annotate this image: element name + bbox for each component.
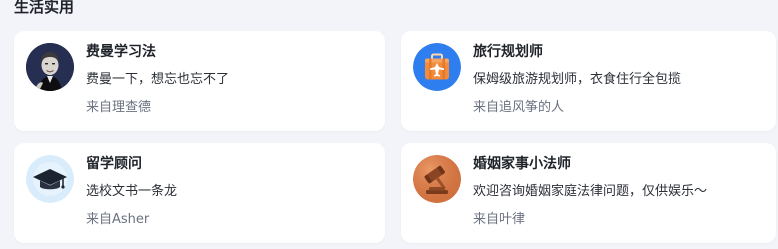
- assistant-card-family-law[interactable]: 婚姻家事小法师 欢迎咨询婚姻家庭法律问题，仅供娱乐～ 来自叶律: [401, 143, 776, 243]
- section-title: 生活实用: [14, 0, 75, 16]
- author-name: Asher: [112, 212, 150, 227]
- card-description: 费曼一下，想忘也忘不了: [86, 72, 230, 87]
- card-title: 婚姻家事小法师: [473, 156, 571, 172]
- card-description: 欢迎咨询婚姻家庭法律问题，仅供娱乐～: [473, 184, 708, 199]
- card-title: 留学顾问: [86, 156, 142, 172]
- author-prefix: 来自: [86, 212, 113, 227]
- card-title: 费曼学习法: [86, 44, 156, 60]
- card-description: 保姆级旅游规划师，衣食住行全包揽: [473, 72, 682, 87]
- suitcase-plane-icon: [413, 43, 461, 91]
- card-author: 来自理查德: [86, 99, 151, 117]
- author-prefix: 来自: [473, 212, 500, 227]
- card-title: 旅行规划师: [473, 44, 543, 60]
- graduation-cap-icon: [26, 155, 74, 203]
- author-name: 追风筝的人: [499, 100, 565, 115]
- card-author: 来自追风筝的人: [473, 99, 564, 117]
- author-prefix: 来自: [473, 100, 500, 115]
- portrait-avatar-icon: [26, 43, 74, 91]
- author-prefix: 来自: [86, 100, 113, 115]
- card-description: 选校文书一条龙: [86, 184, 178, 199]
- assistant-card-study-abroad[interactable]: 留学顾问 选校文书一条龙 来自Asher: [14, 143, 385, 243]
- author-name: 叶律: [499, 212, 526, 227]
- assistant-card-travel[interactable]: 旅行规划师 保姆级旅游规划师，衣食住行全包揽 来自追风筝的人: [401, 31, 776, 131]
- assistant-card-feynman[interactable]: 费曼学习法 费曼一下，想忘也忘不了 来自理查德: [14, 31, 385, 131]
- card-author: 来自Asher: [86, 211, 149, 229]
- gavel-icon: [413, 155, 461, 203]
- author-name: 理查德: [112, 100, 152, 115]
- card-author: 来自叶律: [473, 211, 525, 229]
